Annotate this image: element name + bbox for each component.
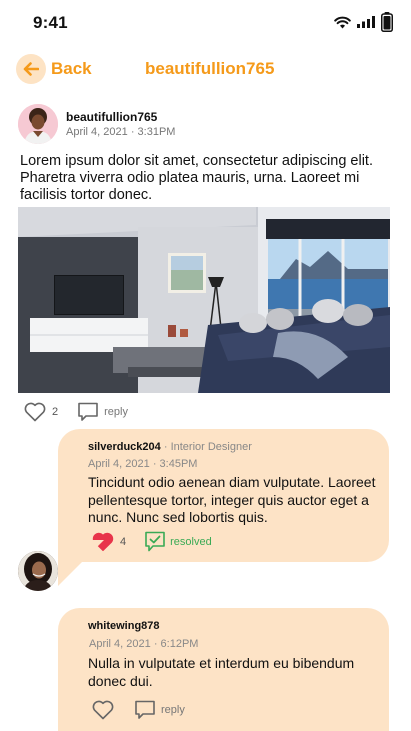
comment-bubble-tail [58,540,104,586]
comment-text: Tincidunt odio aenean diam vulputate. La… [88,474,376,525]
status-time: 9:41 [33,13,68,32]
post-text: Lorem ipsum dolor sit amet, consectetur … [20,153,373,203]
reply-button[interactable]: reply [161,704,185,716]
like-count: 2 [52,406,59,418]
comment-actions: 4 resolved [92,531,212,553]
comment-date: April 4, 2021 · 6:12PM [89,638,199,650]
comment-icon[interactable] [134,700,156,720]
back-button[interactable] [16,54,46,84]
status-icons [334,12,393,32]
reply-button[interactable]: reply [104,406,128,418]
battery-icon [381,12,393,32]
header: Back beautifullion765 [0,48,411,88]
comment-date: April 4, 2021 · 3:45PM [88,458,198,470]
avatar[interactable] [18,104,58,144]
heart-icon[interactable] [92,700,114,720]
comment-text: Nulla in vulputate et interdum eu bibend… [88,655,355,689]
post-username[interactable]: beautifullion765 [66,110,157,124]
post-actions: 2 reply [24,401,128,423]
wifi-icon [334,16,351,28]
post-image[interactable] [18,207,390,393]
like-count: 4 [120,536,127,548]
avatar[interactable] [18,551,58,591]
comment-role: · Interior Designer [163,441,252,453]
comment-actions: reply [92,700,185,720]
resolved-check-icon[interactable] [144,531,166,553]
comment-icon[interactable] [77,402,99,422]
comment-username[interactable]: whitewing878 [88,620,160,632]
signal-icon [357,16,375,28]
comment-username[interactable]: silverduck204 [88,441,161,453]
comment-bubble: silverduck204 · Interior Designer April … [58,429,389,562]
page-title: beautifullion765 [145,59,275,78]
status-bar: 9:41 [0,0,411,44]
back-arrow-icon [23,62,39,76]
heart-icon[interactable] [24,402,46,422]
comment-bubble: whitewing878 April 4, 2021 · 6:12PM Null… [58,608,389,731]
post-date: April 4, 2021 · 3:31PM [66,126,176,138]
back-label[interactable]: Back [51,59,92,79]
resolved-label[interactable]: resolved [170,536,212,548]
